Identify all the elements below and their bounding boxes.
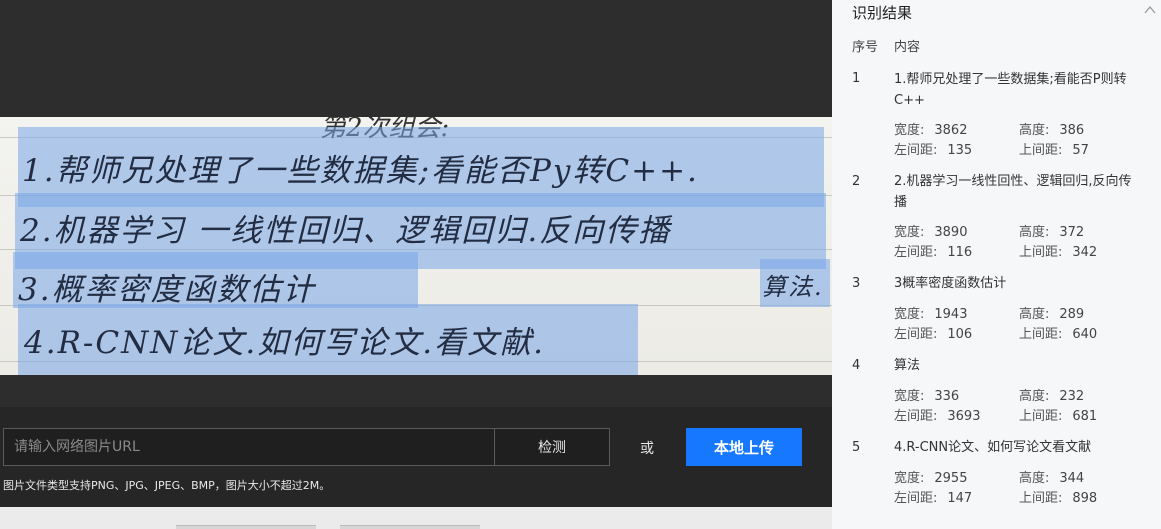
handwritten-line-5: 4.R-CNN论文.如何写论文.看文献. xyxy=(24,325,545,361)
handwritten-line-4: 算法. xyxy=(762,273,824,301)
result-height: 高度: 232 xyxy=(1019,389,1085,404)
image-url-input[interactable] xyxy=(3,428,495,466)
result-height: 高度: 372 xyxy=(1019,225,1085,240)
image-preview-pane: 第2次组会: 1.帮师兄处理了一些数据集;看能否Py转C++. 2.机器学习 一… xyxy=(0,0,832,529)
result-left: 左间距: 116 xyxy=(894,245,973,260)
result-left: 左间距: 147 xyxy=(894,491,973,506)
detect-button[interactable]: 检测 xyxy=(494,428,610,466)
chevron-up-icon[interactable] xyxy=(1143,2,1157,16)
result-top: 上间距: 898 xyxy=(1019,491,1098,506)
sample-image-thumb[interactable] xyxy=(340,525,480,529)
results-title: 识别结果 xyxy=(852,4,913,22)
uploaded-image: 第2次组会: 1.帮师兄处理了一些数据集;看能否Py转C++. 2.机器学习 一… xyxy=(0,117,832,375)
result-top: 上间距: 640 xyxy=(1019,327,1098,342)
result-width: 宽度: 1943 xyxy=(894,307,968,322)
handwritten-line-1: 1.帮师兄处理了一些数据集;看能否Py转C++. xyxy=(22,153,699,189)
result-left: 左间距: 3693 xyxy=(894,409,981,424)
result-height: 高度: 386 xyxy=(1019,123,1085,138)
handwritten-line-2: 2.机器学习 一线性回归、逻辑回归.反向传播 xyxy=(20,213,672,249)
handwritten-line-3: 3.概率密度函数估计 xyxy=(18,272,316,308)
local-upload-button[interactable]: 本地上传 xyxy=(686,428,802,466)
result-top: 上间距: 342 xyxy=(1019,245,1098,260)
result-index: 4 xyxy=(852,358,861,373)
result-width: 宽度: 3862 xyxy=(894,123,968,138)
result-text: 2.机器学习一线性回性、逻辑回归,反向传播 xyxy=(894,174,1132,210)
result-height: 高度: 344 xyxy=(1019,471,1085,486)
or-label: 或 xyxy=(640,441,654,457)
result-width: 宽度: 3890 xyxy=(894,225,968,240)
result-width: 宽度: 336 xyxy=(894,389,960,404)
result-index: 1 xyxy=(852,71,861,86)
column-header-content: 内容 xyxy=(894,40,921,55)
result-height: 高度: 289 xyxy=(1019,307,1085,322)
result-text: 3概率密度函数估计 xyxy=(894,276,1007,291)
result-index: 3 xyxy=(852,276,861,291)
result-index: 2 xyxy=(852,174,861,189)
result-text: 算法 xyxy=(894,358,921,373)
result-top: 上间距: 681 xyxy=(1019,409,1098,424)
result-text: 1.帮师兄处理了一些数据集;看能否P则转C++ xyxy=(894,72,1127,108)
result-left: 左间距: 135 xyxy=(894,143,973,158)
result-left: 左间距: 106 xyxy=(894,327,973,342)
results-panel: 识别结果 序号 内容 1 1.帮师兄处理了一些数据集;看能否P则转C++ 宽度:… xyxy=(832,0,1161,529)
result-text: 4.R-CNN论文、如何写论文看文献 xyxy=(894,440,1092,455)
result-top: 上间距: 57 xyxy=(1019,143,1089,158)
result-width: 宽度: 2955 xyxy=(894,471,968,486)
file-type-hint: 图片文件类型支持PNG、JPG、JPEG、BMP，图片大小不超过2M。 xyxy=(3,479,331,492)
result-index: 5 xyxy=(852,440,861,455)
column-header-index: 序号 xyxy=(852,40,879,55)
sample-image-thumb[interactable] xyxy=(176,525,316,529)
